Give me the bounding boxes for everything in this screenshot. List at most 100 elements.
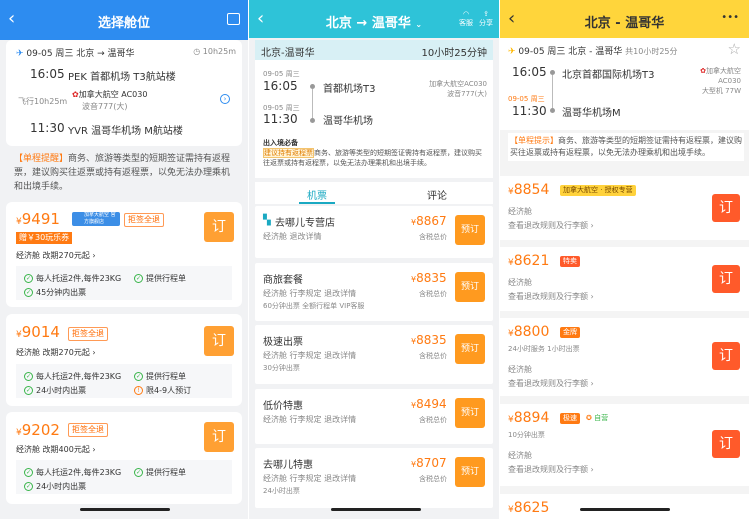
tip-text: 【单程提醒】商务、旅游等类型的短期签证需持有返程票，建议购买往返票或持有返程票，… [14,154,231,192]
share-button[interactable]: ⇪ 分享 [479,10,493,28]
fare-rule-link[interactable]: 查看退改规则及行李额 › [508,464,594,475]
plane: 波音777(大) [82,102,128,111]
ticket-sub[interactable]: 经济舱 退改详情 [263,231,322,242]
airline: ✿加拿大航空 AC030 [72,90,148,99]
feature-box: ✓ 每人托运2件,每件23KG ✓ 提供行程单 ✓ 45分钟内出票 [16,266,232,300]
tip-text: 【单程提示】商务、旅游等类型的短期签证需持有返程票，建议购买往返票或持有返程票，… [508,133,744,161]
detail-icon[interactable]: › [220,94,230,104]
arr-airport: 温哥华机场 [323,116,373,127]
service-button[interactable]: ◠ 客服 [459,10,473,28]
home-indicator [80,508,170,511]
book-button[interactable]: 预订 [455,215,485,245]
refund-badge: 拒签全退 [124,213,164,227]
airline: 加拿大航空AC030 [429,80,487,88]
flight-card: 09-05 周三 16:05 首都机场T3 加拿大航空AC030 波音777(大… [255,60,493,136]
book-button[interactable]: 预订 [455,398,485,428]
timeline [312,89,313,119]
fare-item: ¥8894 极速 ✪ 自营 10分钟出票 经济舱 查看退改规则及行李额 › 订 [500,404,749,486]
feature-box: ✓ 每人托运2件,每件23KG ✓ 提供行程单 ✓ 24小时内出票 [16,460,232,494]
book-button[interactable]: 订 [712,194,740,222]
share-icon[interactable] [227,13,240,25]
book-button[interactable]: 预订 [455,272,485,302]
airline: ✿加拿大航空 AC030 大型机 77W [700,67,741,95]
panel-fare-list: ‹ 北京 - 温哥华 ••• ✈ 09-05 周三 北京 - 温哥华 共10小时… [500,0,749,519]
timeline-dot [310,118,315,123]
ticket-price: ¥8707 [411,456,447,470]
tab-ticket[interactable]: 机票 [307,187,327,202]
tab-review[interactable]: 评论 [427,187,447,202]
ticket-price: ¥8835 [411,271,447,285]
feature: ✓ 45分钟内出票 [24,288,87,297]
fare-item: ¥8854 加拿大航空 · 授权专营 经济舱 查看退改规则及行李额 › 订 [500,176,749,240]
ticket-sub[interactable]: 经济舱 行李规定 退改详情 [263,288,356,299]
flight-head: ✈ 09-05 周三 北京 - 温哥华 共10小时25分 [508,47,678,57]
feature-box: ✓ 每人托运2件,每件23KG ✓ 提供行程单 ✓ 24小时内出票 ! 限4-9人预订 [16,364,232,398]
fare-price: ¥8800 [508,324,550,340]
tax-label: 含税总价 [419,475,447,483]
ticket-sub[interactable]: 经济舱 行李规定 退改详情 [263,350,356,361]
dep-time: 16:05 [30,67,65,81]
flight-duration: ◷ 10h25m [193,47,236,56]
cabin-card-1: ¥9491 加拿大航空 官方旗舰店 拒签全退 赠￥30玩乐券 订 经济舱 改期2… [6,202,242,307]
fare-tag: 特卖 [560,256,580,267]
dep-time: 16:05 [263,79,298,93]
fare-rule-link[interactable]: 查看退改规则及行李额 › [508,378,594,389]
ticket-note: 24小时出票 [263,487,300,495]
total-duration: 10小时25分钟 [421,48,487,59]
fare-price: ¥8621 [508,253,550,269]
book-button[interactable]: 订 [204,212,234,242]
tab-bar: 机票 评论 [255,182,493,204]
fare-class: 经济舱 [508,451,532,460]
dep-airport: 首都机场T3 [323,84,376,95]
ticket-name: 去哪儿专营店 [275,218,335,229]
flight-card: ✈ 09-05 周三 北京 - 温哥华 共10小时25分 ☆ 16:05 北京首… [500,38,749,130]
notice-link[interactable]: 建议持有返程票 [263,148,314,158]
header: ‹ 北京 → 温哥华 ⌄ ◠ 客服 ⇪ 分享 [249,0,499,38]
ticket-price: ¥8867 [411,214,447,228]
book-button[interactable]: 订 [712,430,740,458]
book-button[interactable]: 订 [204,422,234,452]
cabin-info: 经济舱 改期270元起 › [16,348,96,357]
book-button[interactable]: 订 [712,265,740,293]
feature: ! 限4-9人预订 [134,385,191,396]
fare-note: 24小时服务 1小时出票 [508,345,580,353]
arr-airport: 温哥华机场M [562,108,621,119]
ticket-item: 去哪儿特惠 经济舱 行李规定 退改详情 24小时出票 ¥8707 含税总价 预订 [255,448,493,508]
arr-time: 11:30 [30,121,65,135]
ticket-note: 30分钟出票 [263,364,300,372]
feature: ✓ 提供行程单 [134,468,186,477]
more-icon[interactable]: ••• [721,12,739,23]
fare-item: ¥8800 金牌 24小时服务 1小时出票 经济舱 查看退改规则及行李额 › 订 [500,318,749,396]
book-button[interactable]: 订 [712,342,740,370]
ticket-sub[interactable]: 经济舱 行李规定 退改详情 [263,414,356,425]
ticket-item: ▚ 去哪儿专营店 经济舱 退改详情 ¥8867 含税总价 预订 [255,206,493,258]
flight-head: ✈ 09-05 周三 北京 → 温哥华 [16,49,135,59]
route-bar: 北京-温哥华 10小时25分钟 [255,40,493,60]
fare-rule-link[interactable]: 查看退改规则及行李额 › [508,291,594,302]
ticket-item: 低价特惠 经济舱 行李规定 退改详情 ¥8494 含税总价 预订 [255,389,493,444]
refund-badge: 拒签全退 [68,327,108,341]
refund-badge: 拒签全退 [68,423,108,437]
arr-time: 11:30 [512,104,547,118]
feature: ✓ 24小时内出票 [24,482,87,491]
ticket-price: ¥8494 [411,397,447,411]
timeline-dot [550,108,555,113]
book-button[interactable]: 预订 [455,457,485,487]
cabin-card-3: ¥9202 拒签全退 订 经济舱 改期400元起 › ✓ 每人托运2件,每件23K… [6,412,242,504]
book-button[interactable]: 订 [204,326,234,356]
fare-class: 经济舱 [508,278,532,287]
self-run-tag: ✪ 自营 [586,414,609,422]
ticket-note: 60分钟出票 全额行程单 VIP客服 [263,302,365,310]
notice-title: 出入境必备 [263,139,298,147]
tax-label: 含税总价 [419,233,447,241]
ticket-item: 商旅套餐 经济舱 行李规定 退改详情 60分钟出票 全额行程单 VIP客服 ¥8835… [255,263,493,321]
fare-rule-link[interactable]: 查看退改规则及行李额 › [508,220,594,231]
feature: ✓ 24小时内出票 [24,386,87,395]
book-button[interactable]: 预订 [455,334,485,364]
flight-card: ✈ 09-05 周三 北京 → 温哥华 ◷ 10h25m 16:05 PEK 首… [6,40,242,146]
favorite-icon[interactable]: ☆ [728,40,741,58]
fare-item: ¥8621 特卖经济舱查看退改规则及行李额 › 订 [500,247,749,311]
ticket-sub[interactable]: 经济舱 行李规定 退改详情 [263,473,356,484]
feature: ✓ 提供行程单 [134,372,186,381]
page-title: 选择舱位 [97,16,150,31]
